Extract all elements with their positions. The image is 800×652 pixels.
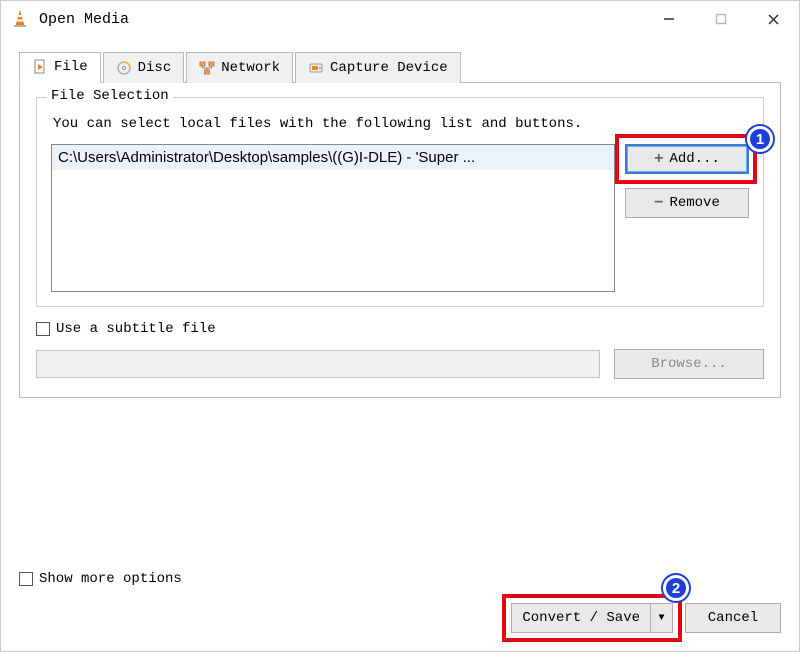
add-button[interactable]: + Add... <box>625 144 749 174</box>
tab-disc[interactable]: Disc <box>103 52 185 83</box>
tab-network-label: Network <box>221 60 280 76</box>
tab-disc-label: Disc <box>138 60 172 76</box>
convert-save-label[interactable]: Convert / Save <box>511 603 651 633</box>
remove-button[interactable]: − Remove <box>625 188 749 218</box>
minus-icon: − <box>654 194 663 212</box>
file-selection-legend: File Selection <box>47 88 173 104</box>
subtitle-checkbox-row: Use a subtitle file <box>36 321 764 337</box>
add-button-label: Add... <box>669 151 719 167</box>
file-list-item[interactable]: C:\Users\Administrator\Desktop\samples\(… <box>52 145 614 170</box>
subtitle-checkbox[interactable] <box>36 322 50 336</box>
minimize-button[interactable] <box>643 1 695 37</box>
vlc-cone-icon <box>11 10 29 28</box>
subtitle-path-input <box>36 350 600 378</box>
tab-file-label: File <box>54 59 88 75</box>
dialog-body: File Disc Network Capture Device <box>1 37 799 651</box>
close-button[interactable] <box>747 1 799 37</box>
titlebar: Open Media <box>1 1 799 37</box>
tab-capture-label: Capture Device <box>330 60 448 76</box>
cancel-button-label: Cancel <box>708 610 758 626</box>
subtitle-input-row: Browse... <box>36 349 764 379</box>
subtitle-checkbox-label: Use a subtitle file <box>56 321 216 337</box>
more-options-label: Show more options <box>39 571 182 587</box>
tab-capture-device[interactable]: Capture Device <box>295 52 461 83</box>
plus-icon: + <box>654 150 663 168</box>
file-selection-hint: You can select local files with the foll… <box>53 116 749 132</box>
browse-button: Browse... <box>614 349 764 379</box>
file-list[interactable]: C:\Users\Administrator\Desktop\samples\(… <box>51 144 615 292</box>
disc-icon <box>116 60 132 76</box>
convert-save-button[interactable]: Convert / Save ▼ <box>511 603 673 633</box>
remove-button-label: Remove <box>669 195 719 211</box>
more-options-checkbox[interactable] <box>19 572 33 586</box>
cancel-button[interactable]: Cancel <box>685 603 781 633</box>
tab-file[interactable]: File <box>19 52 101 83</box>
maximize-button[interactable] <box>695 1 747 37</box>
dialog-footer: Show more options 2 Convert / Save ▼ Can… <box>19 571 781 633</box>
file-selection-group: File Selection You can select local file… <box>36 97 764 307</box>
open-media-window: Open Media File <box>0 0 800 652</box>
callout-badge-2: 2 <box>663 575 689 601</box>
file-icon <box>32 59 48 75</box>
convert-save-dropdown[interactable]: ▼ <box>651 603 673 633</box>
tab-network[interactable]: Network <box>186 52 293 83</box>
chevron-down-icon: ▼ <box>658 613 664 624</box>
tab-panel-file: File Selection You can select local file… <box>19 83 781 398</box>
tab-bar: File Disc Network Capture Device <box>19 51 781 83</box>
window-controls <box>643 1 799 37</box>
window-title: Open Media <box>39 11 129 28</box>
network-icon <box>199 60 215 76</box>
capture-device-icon <box>308 60 324 76</box>
callout-badge-1: 1 <box>747 126 773 152</box>
browse-button-label: Browse... <box>651 356 727 372</box>
